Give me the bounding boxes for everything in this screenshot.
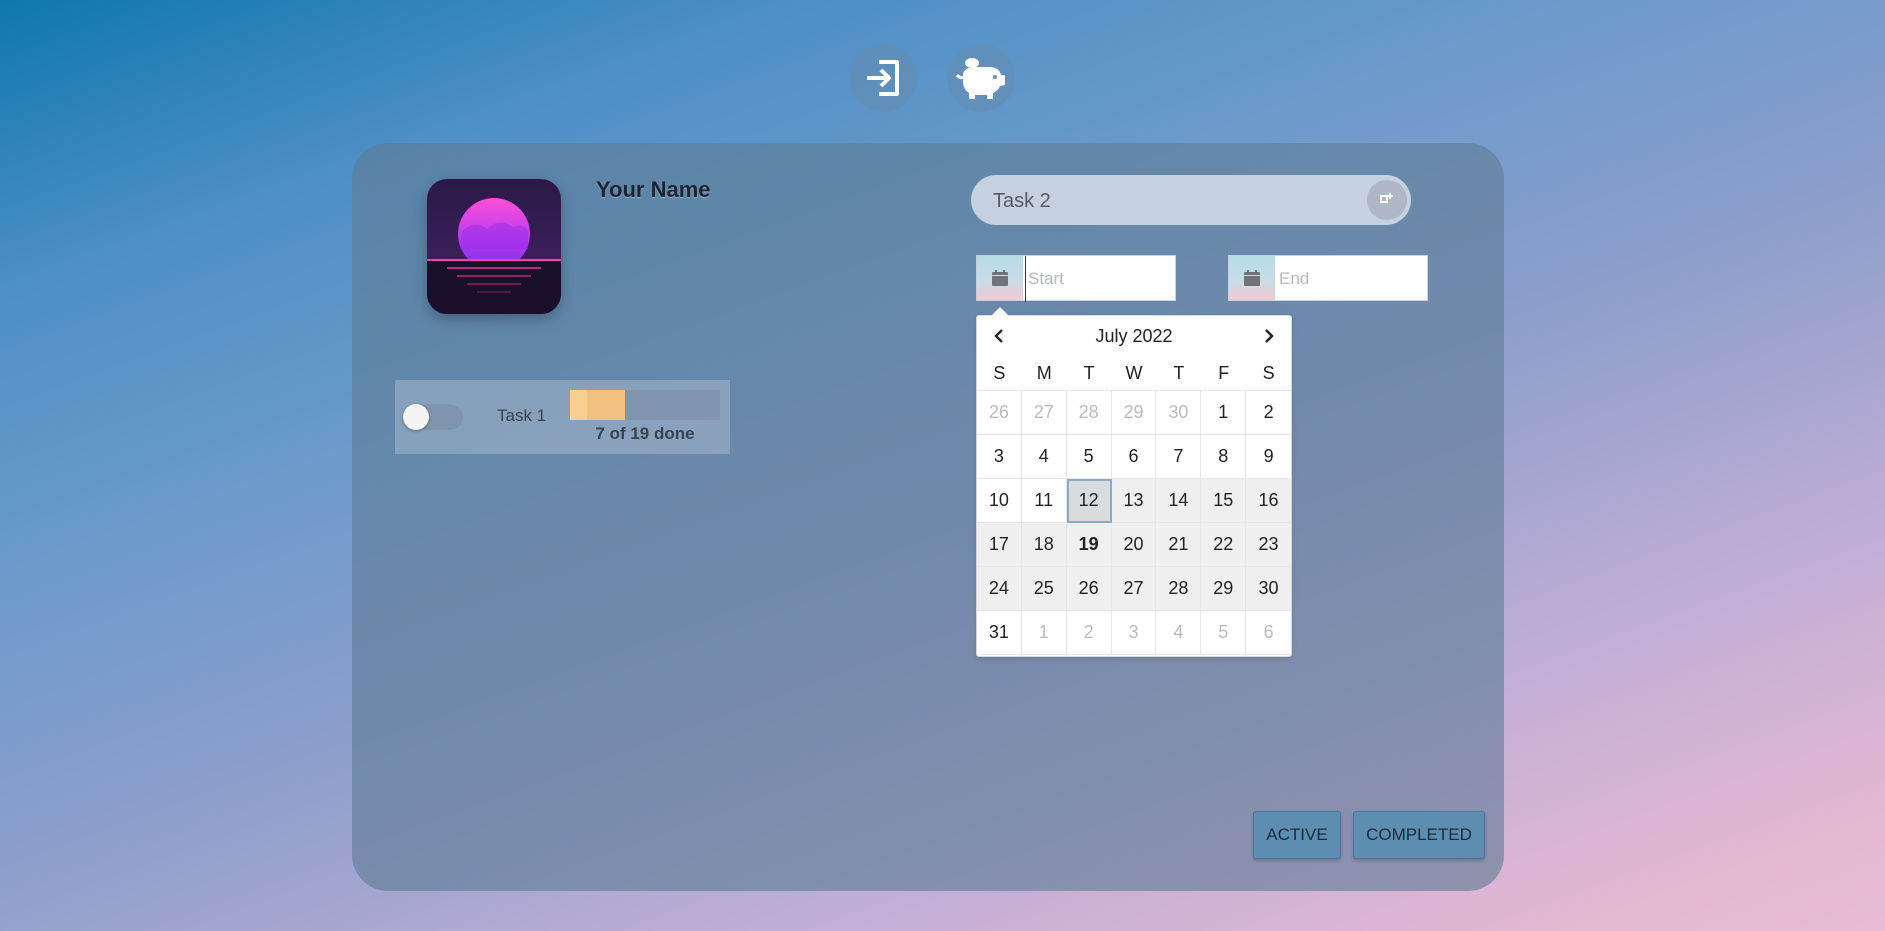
day-cell[interactable]: 28 — [1066, 391, 1112, 435]
day-cell[interactable]: 15 — [1201, 479, 1247, 523]
day-cell[interactable]: 16 — [1246, 479, 1291, 523]
task-progress-bar — [570, 390, 720, 420]
synthwave-sunset-avatar — [427, 179, 561, 314]
day-cell[interactable]: 29 — [1201, 567, 1247, 611]
task-name: Task 1 — [497, 406, 547, 425]
day-cell[interactable]: 2 — [1066, 611, 1112, 655]
add-task-button[interactable] — [1367, 180, 1407, 220]
selected-day[interactable]: 12 — [1066, 479, 1112, 523]
filter-completed-button[interactable]: COMPLETED — [1353, 811, 1485, 859]
weekday-label: M — [1036, 363, 1052, 383]
day-cell[interactable]: 1 — [1201, 391, 1247, 435]
weekday-label: T — [1083, 363, 1095, 383]
prev-month-button[interactable] — [987, 324, 1011, 348]
task-row: Task 1 7 of 19 done — [395, 380, 730, 454]
weekday-label: W — [1125, 363, 1143, 383]
datepicker-popup: July 2022 SMTWTFS 26 27 28 29 30 1 2 3 4 5 6 7 8 9 10 1… — [976, 307, 1292, 657]
user-name: Your Name — [596, 177, 711, 202]
task-progress-fill — [570, 390, 626, 420]
day-cell[interactable]: 18 — [1021, 523, 1067, 567]
task-progress-text: 7 of 19 done — [595, 424, 695, 443]
datepicker-month-title[interactable]: July 2022 — [1027, 326, 1241, 347]
day-cell[interactable]: 24 — [977, 567, 1022, 611]
day-cell[interactable]: 5 — [1066, 435, 1112, 479]
day-cell[interactable]: 22 — [1201, 523, 1247, 567]
day-cell[interactable]: 6 — [1111, 435, 1157, 479]
filter-active-button[interactable]: ACTIVE — [1253, 811, 1341, 859]
weekday-label: F — [1218, 363, 1230, 383]
login-button[interactable] — [849, 44, 917, 112]
day-grid: 26 27 28 29 30 1 2 3 4 5 6 7 8 9 10 11 12 13 14 15 16 17 18 19 2… — [977, 390, 1291, 655]
start-date-input[interactable] — [1025, 256, 1175, 302]
day-cell[interactable]: 7 — [1156, 435, 1202, 479]
day-cell[interactable]: 1 — [1021, 611, 1067, 655]
day-cell[interactable]: 14 — [1156, 479, 1202, 523]
top-toolbar — [849, 44, 1015, 112]
day-cell[interactable]: 27 — [1021, 391, 1067, 435]
day-cell[interactable]: 30 — [1246, 567, 1291, 611]
day-cell[interactable]: 3 — [1111, 611, 1157, 655]
start-date-field — [976, 255, 1176, 302]
weekday-label: S — [1262, 363, 1275, 383]
savings-button[interactable] — [947, 44, 1015, 112]
chevron-right-icon — [1265, 329, 1274, 343]
day-cell[interactable]: 31 — [977, 611, 1022, 655]
day-cell[interactable]: 28 — [1156, 567, 1202, 611]
day-cell[interactable]: 21 — [1156, 523, 1202, 567]
day-cell[interactable]: 5 — [1201, 611, 1247, 655]
avatar[interactable] — [427, 179, 561, 314]
calendar-icon — [992, 270, 1008, 286]
day-cell[interactable]: 8 — [1201, 435, 1247, 479]
task-toggle[interactable] — [403, 404, 463, 430]
end-calendar-button[interactable] — [1229, 256, 1275, 300]
weekday-label: T — [1173, 363, 1185, 383]
day-cell[interactable]: 4 — [1021, 435, 1067, 479]
day-cell[interactable]: 4 — [1156, 611, 1202, 655]
today-day[interactable]: 19 — [1066, 523, 1112, 567]
start-calendar-button[interactable] — [977, 256, 1023, 300]
day-cell[interactable]: 29 — [1111, 391, 1157, 435]
day-cell[interactable]: 25 — [1021, 567, 1067, 611]
day-cell[interactable]: 26 — [1066, 567, 1112, 611]
piggy-bank-icon — [955, 58, 1005, 99]
end-date-input[interactable] — [1277, 256, 1426, 302]
weekday-label: S — [993, 363, 1006, 383]
next-month-button[interactable] — [1257, 324, 1281, 348]
day-cell[interactable]: 10 — [977, 479, 1022, 523]
add-task-icon — [1380, 193, 1393, 203]
day-cell[interactable]: 23 — [1246, 523, 1291, 567]
day-cell[interactable]: 27 — [1111, 567, 1157, 611]
day-cell[interactable]: 11 — [1021, 479, 1067, 523]
day-cell[interactable]: 6 — [1246, 611, 1291, 655]
day-cell[interactable]: 9 — [1246, 435, 1291, 479]
day-cell[interactable]: 30 — [1156, 391, 1202, 435]
toggle-knob — [403, 404, 429, 430]
day-cell[interactable]: 17 — [977, 523, 1022, 567]
main-card: Your Name Task 1 7 of 19 done Task 2 Sta… — [352, 143, 1504, 891]
day-cell[interactable]: 13 — [1111, 479, 1157, 523]
day-cell[interactable]: 2 — [1246, 391, 1291, 435]
calendar-icon — [1244, 270, 1260, 286]
weekday-header: SMTWTFS — [977, 356, 1291, 390]
new-task-input[interactable] — [991, 175, 1355, 227]
day-cell[interactable]: 3 — [977, 435, 1022, 479]
end-date-field — [1228, 255, 1428, 302]
day-cell[interactable]: 26 — [977, 391, 1022, 435]
day-cell[interactable]: 20 — [1111, 523, 1157, 567]
chevron-left-icon — [994, 329, 1003, 343]
datepicker-header: July 2022 — [977, 316, 1291, 356]
login-arrow-icon — [867, 60, 899, 96]
new-task-field — [971, 175, 1411, 227]
